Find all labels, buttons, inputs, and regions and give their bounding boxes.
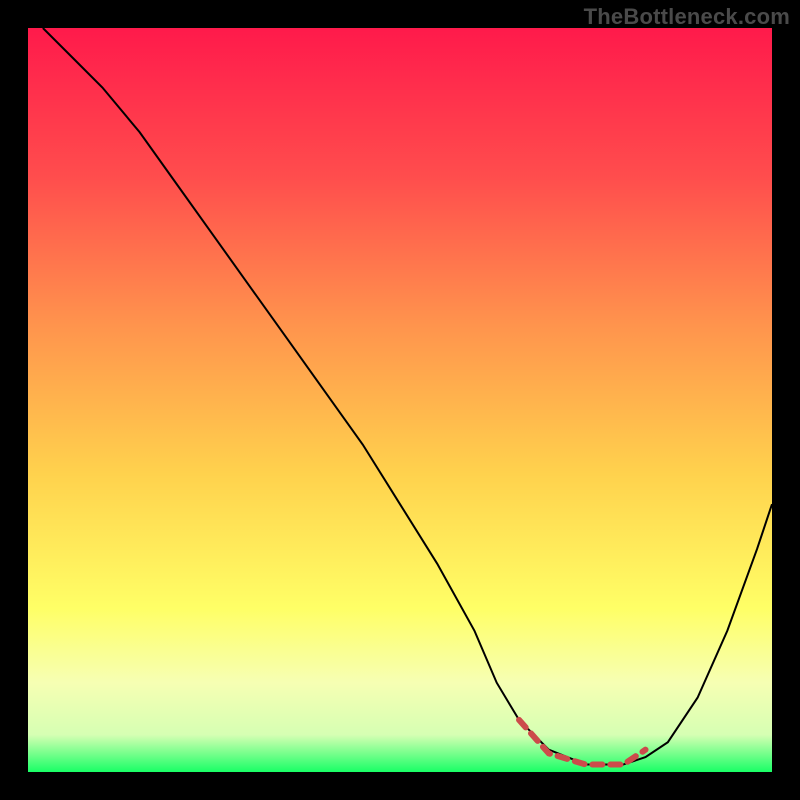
chart-plot-area — [28, 28, 772, 772]
chart-svg — [28, 28, 772, 772]
watermark-text: TheBottleneck.com — [584, 4, 790, 30]
chart-background-gradient — [28, 28, 772, 772]
chart-frame: TheBottleneck.com — [0, 0, 800, 800]
